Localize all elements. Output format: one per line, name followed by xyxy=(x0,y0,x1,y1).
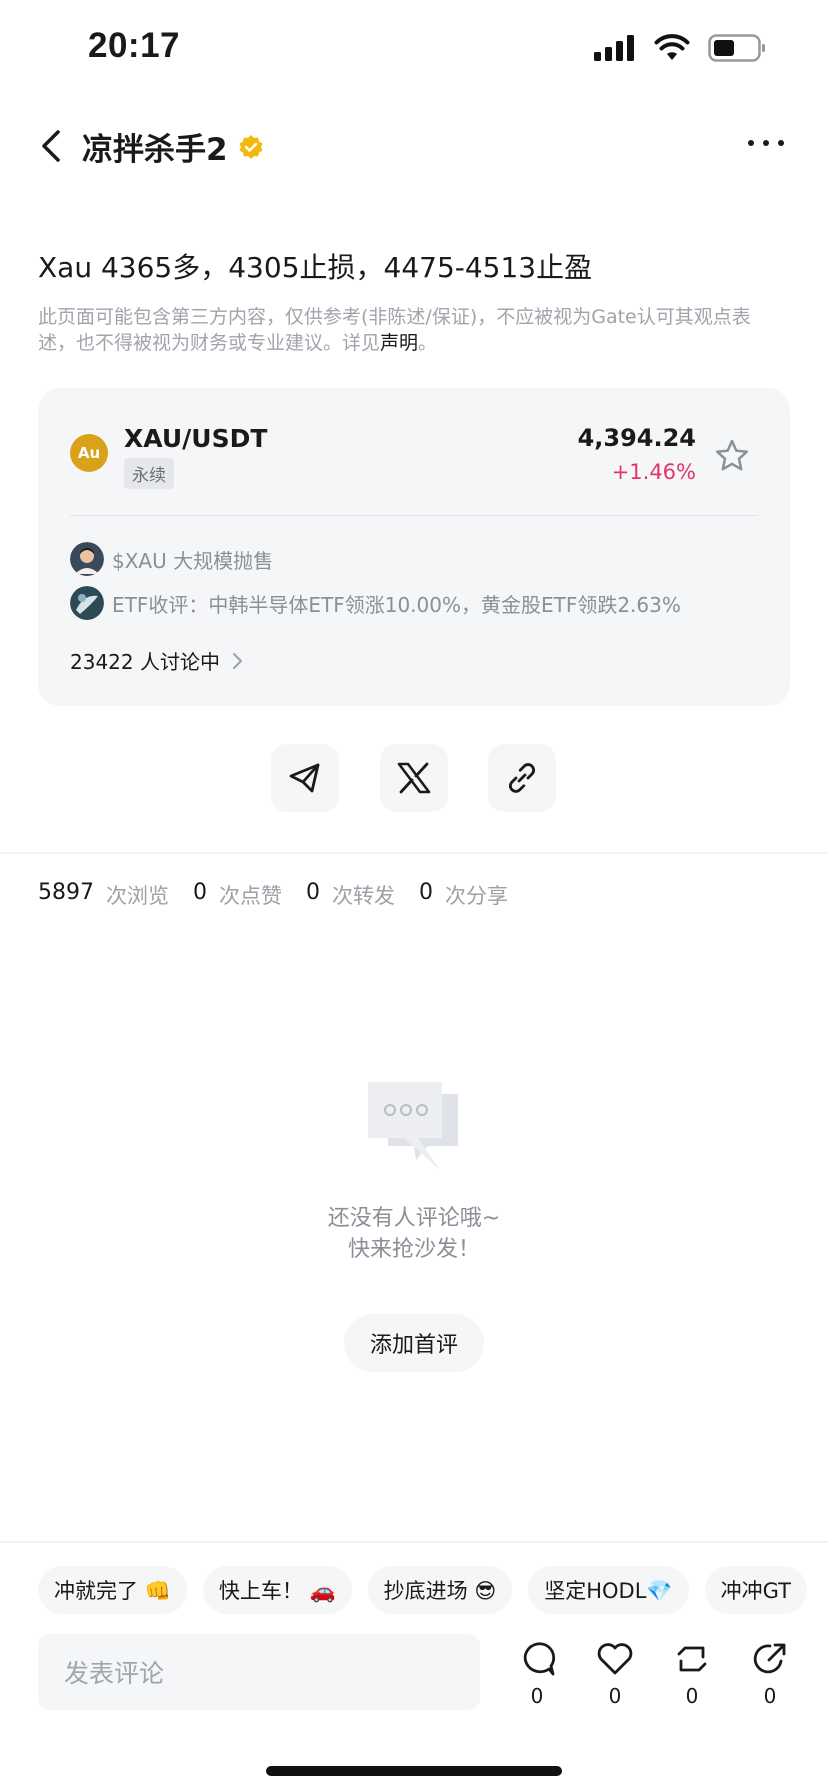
news-item[interactable]: ETF收评：中韩半导体ETF领涨10.00%，黄金股ETF领跌2.63% xyxy=(70,586,681,620)
reposts-label: 次转发 xyxy=(332,884,395,908)
price: 4,394.24 xyxy=(577,424,696,452)
card-divider xyxy=(70,515,758,516)
favorite-button[interactable] xyxy=(714,438,750,478)
verified-badge-icon xyxy=(239,134,263,159)
more-dot-icon xyxy=(763,140,769,146)
star-icon xyxy=(715,439,749,471)
repost-icon xyxy=(677,1646,707,1672)
likes-count: 0 xyxy=(193,880,207,905)
author-name-label: 凉拌杀手2 xyxy=(82,132,228,168)
disclaimer-link[interactable]: 声明 xyxy=(380,332,418,354)
share-icon xyxy=(753,1643,786,1674)
share-action-button[interactable]: 0 xyxy=(745,1640,795,1708)
add-first-comment-button[interactable]: 添加首评 xyxy=(344,1314,484,1372)
price-change: +1.46% xyxy=(611,460,696,484)
gold-coin-icon: Au xyxy=(70,434,108,472)
shares-count: 0 xyxy=(419,880,433,905)
repost-action-button[interactable]: 0 xyxy=(667,1640,717,1708)
quick-reply-chip[interactable]: 冲冲GT xyxy=(704,1566,807,1614)
likes-label: 次点赞 xyxy=(219,884,282,908)
views-label: 次浏览 xyxy=(106,884,169,908)
empty-comments-message: 还没有人评论哦~ 快来抢沙发！ xyxy=(0,1203,828,1265)
post-stats: 5897 次浏览 0 次点赞 0 次转发 0 次分享 xyxy=(38,880,522,910)
empty-line-2: 快来抢沙发！ xyxy=(347,1237,480,1262)
chevron-right-icon xyxy=(232,652,242,669)
like-action-button[interactable]: 0 xyxy=(590,1640,640,1708)
quick-reply-chip[interactable]: 抄底进场 😎 xyxy=(367,1566,513,1614)
section-divider xyxy=(0,852,828,854)
news-avatar-icon xyxy=(70,542,104,576)
back-button[interactable] xyxy=(36,126,66,166)
copy-link-button[interactable] xyxy=(488,744,556,812)
trading-pair[interactable]: XAU/USDT xyxy=(124,424,267,453)
more-options-button[interactable] xyxy=(748,140,784,146)
comment-count: 0 xyxy=(530,1684,544,1708)
comment-icon xyxy=(523,1642,556,1676)
post-content: Xau 4365多，4305止损，4475-4513止盈 xyxy=(38,251,593,284)
author-name[interactable]: 凉拌杀手2 xyxy=(82,124,264,169)
news-item[interactable]: $XAU 大规模抛售 xyxy=(70,542,273,576)
like-count: 0 xyxy=(608,1684,622,1708)
repost-count: 0 xyxy=(685,1684,699,1708)
empty-line-1: 还没有人评论哦~ xyxy=(327,1206,501,1231)
x-logo-icon xyxy=(397,762,431,794)
heart-icon xyxy=(597,1643,633,1675)
wifi-icon xyxy=(654,34,690,60)
battery-icon xyxy=(708,34,765,62)
disclaimer-end: 。 xyxy=(418,332,438,354)
discussion-link[interactable]: 23422 人讨论中 xyxy=(70,646,244,675)
share-count: 0 xyxy=(763,1684,777,1708)
quick-reply-chips: 冲就完了 👊 快上车！ 🚗 抄底进场 😎 坚定HODL💎 冲冲GT xyxy=(38,1566,807,1614)
bottom-divider xyxy=(0,1541,828,1543)
telegram-icon xyxy=(289,763,320,793)
discussion-count: 23422 人讨论中 xyxy=(70,650,220,674)
shares-label: 次分享 xyxy=(445,884,508,908)
home-indicator[interactable] xyxy=(266,1766,562,1776)
quick-reply-chip[interactable]: 坚定HODL💎 xyxy=(528,1566,689,1614)
news-avatar-icon xyxy=(70,586,104,620)
status-icons xyxy=(594,34,766,62)
more-dot-icon xyxy=(748,140,754,146)
news-text: ETF收评：中韩半导体ETF领涨10.00%，黄金股ETF领跌2.63% xyxy=(112,592,681,617)
link-icon xyxy=(509,763,535,793)
disclaimer: 此页面可能包含第三方内容，仅供参考(非陈述/保证)，不应被视为Gate认可其观点… xyxy=(38,304,778,356)
status-time: 20:17 xyxy=(88,26,181,65)
perpetual-tag: 永续 xyxy=(124,458,174,489)
reposts-count: 0 xyxy=(306,880,320,905)
share-x-button[interactable] xyxy=(380,744,448,812)
more-dot-icon xyxy=(778,140,784,146)
quick-reply-chip[interactable]: 冲就完了 👊 xyxy=(38,1566,187,1614)
comment-action-button[interactable]: 0 xyxy=(512,1640,562,1708)
comment-input[interactable]: 发表评论 xyxy=(38,1634,480,1710)
chat-bubbles-icon xyxy=(368,1082,458,1170)
views-count: 5897 xyxy=(38,880,94,905)
cellular-signal-icon xyxy=(594,35,634,61)
empty-comments-illustration xyxy=(366,1080,462,1176)
chevron-left-icon xyxy=(42,130,60,162)
news-text: $XAU 大规模抛售 xyxy=(112,548,274,573)
quick-reply-chip[interactable]: 快上车！ 🚗 xyxy=(202,1566,352,1614)
share-telegram-button[interactable] xyxy=(271,744,339,812)
